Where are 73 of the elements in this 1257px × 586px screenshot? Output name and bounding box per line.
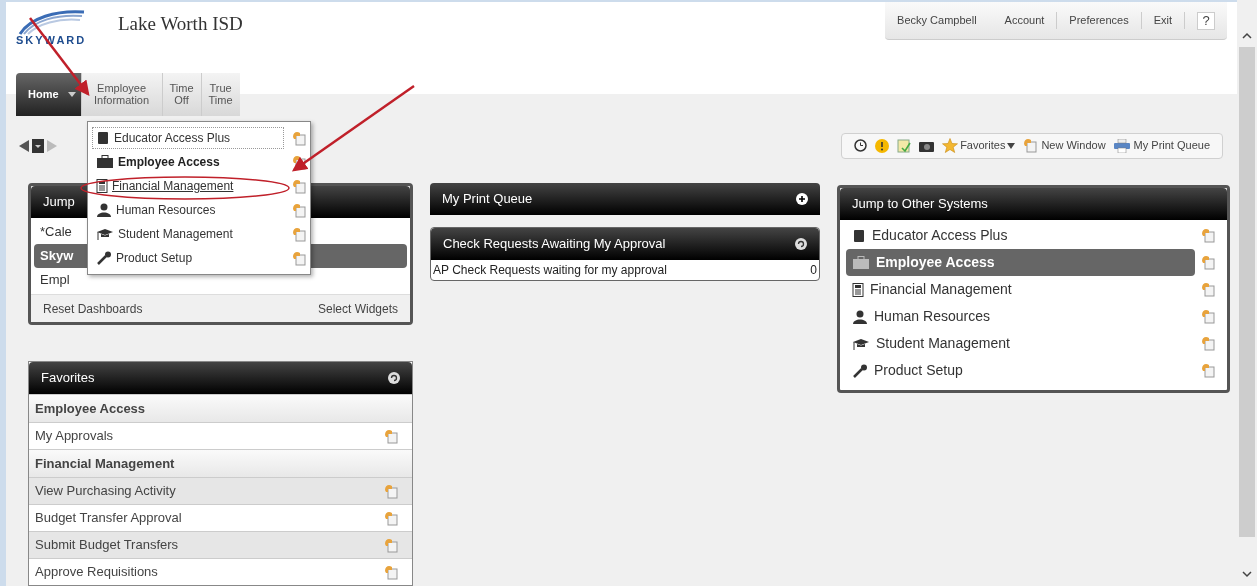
graduation-cap-icon (96, 227, 114, 241)
wrench-icon (96, 251, 112, 265)
new-window-icon[interactable] (292, 154, 306, 170)
scroll-down-icon[interactable] (1242, 571, 1252, 578)
caret-icon (1007, 142, 1016, 149)
dropdown-menu-item[interactable]: Employee Access (92, 151, 284, 173)
notepad-icon[interactable] (897, 138, 912, 153)
user-menu-link[interactable]: Account (992, 12, 1058, 29)
widget-title: My Print Queue (442, 190, 533, 209)
nav-tab[interactable]: True Time (200, 72, 240, 116)
history-dropdown-icon[interactable] (32, 138, 44, 153)
printer-icon (1113, 138, 1130, 153)
graduation-cap-icon (852, 336, 870, 351)
user-name: Becky Campbell (897, 13, 978, 29)
book-icon (96, 131, 110, 145)
favorites-link[interactable]: Budget Transfer Approval (35, 508, 182, 528)
nav-tab[interactable]: Employee Information (80, 72, 162, 116)
system-list-item[interactable]: Educator Access Plus (846, 222, 1195, 249)
reset-dashboards-link[interactable]: Reset Dashboards (43, 299, 143, 318)
widget-title: Jump to Other Systems (852, 195, 988, 214)
system-list-item[interactable]: Financial Management (846, 276, 1195, 303)
widget-title: Jump (43, 193, 75, 212)
system-list-item[interactable]: Human Resources (846, 303, 1195, 330)
favorites-link[interactable]: My Approvals (35, 426, 114, 446)
briefcase-icon (852, 255, 870, 270)
widget-title: Check Requests Awaiting My Approval (443, 235, 666, 254)
district-title: Lake Worth ISD (118, 12, 243, 36)
alert-icon[interactable] (875, 138, 890, 153)
expand-icon[interactable] (796, 193, 808, 205)
favorites-menu-button[interactable]: Favorites (942, 137, 1016, 154)
favorites-group-header: Financial Management (29, 449, 412, 477)
swoosh-icon (16, 8, 86, 36)
briefcase-icon (96, 155, 114, 169)
system-list-item[interactable]: Student Management (846, 330, 1195, 357)
book-icon (852, 228, 866, 243)
print-queue-button[interactable]: My Print Queue (1113, 137, 1210, 154)
check-request-label: AP Check Requests waiting for my approval (433, 262, 667, 279)
system-list-item[interactable]: Product Setup (846, 357, 1195, 384)
refresh-icon[interactable] (388, 372, 400, 384)
user-menu-link[interactable]: Preferences (1057, 12, 1142, 29)
back-arrow-icon[interactable] (18, 138, 30, 153)
help-button[interactable]: ? (1197, 11, 1215, 30)
dropdown-menu-item[interactable]: Human Resources (92, 199, 284, 221)
favorites-link[interactable]: Submit Budget Transfers (35, 535, 179, 555)
dropdown-menu-item[interactable]: Financial Management (92, 175, 284, 197)
dropdown-menu-item[interactable]: Educator Access Plus (92, 127, 284, 149)
favorites-group-header: Employee Access (29, 394, 412, 422)
scroll-up-icon[interactable] (1242, 32, 1252, 39)
person-icon (96, 203, 112, 217)
favorites-link[interactable]: Approve Requisitions (35, 562, 158, 582)
nav-tab[interactable]: Home (16, 72, 81, 116)
calculator-icon (96, 179, 108, 193)
clock-icon[interactable] (854, 139, 868, 152)
camera-icon[interactable] (919, 139, 935, 152)
favorites-link[interactable]: View Purchasing Activity (35, 481, 176, 501)
person-icon (852, 309, 868, 324)
widget-title: Favorites (41, 369, 95, 388)
check-request-count: 0 (810, 262, 817, 279)
nav-tab[interactable]: Time Off (161, 72, 201, 116)
star-icon (942, 138, 959, 153)
select-widgets-link[interactable]: Select Widgets (317, 299, 398, 318)
favorites-row[interactable]: Submit Budget Transfers (29, 531, 412, 558)
user-menu-link[interactable]: Exit (1141, 12, 1185, 29)
new-window-button[interactable]: New Window (1023, 137, 1106, 154)
system-list-item[interactable]: Employee Access (846, 249, 1195, 276)
caret-icon[interactable] (66, 90, 77, 99)
calculator-icon (852, 282, 864, 297)
refresh-icon[interactable] (795, 238, 807, 250)
dropdown-menu-item[interactable]: Student Management (92, 223, 284, 245)
dropdown-menu-item[interactable]: Product Setup (92, 247, 284, 269)
wrench-icon (852, 363, 868, 378)
scrollbar-thumb[interactable] (1239, 47, 1255, 537)
favorites-row[interactable]: View Purchasing Activity (29, 477, 412, 504)
